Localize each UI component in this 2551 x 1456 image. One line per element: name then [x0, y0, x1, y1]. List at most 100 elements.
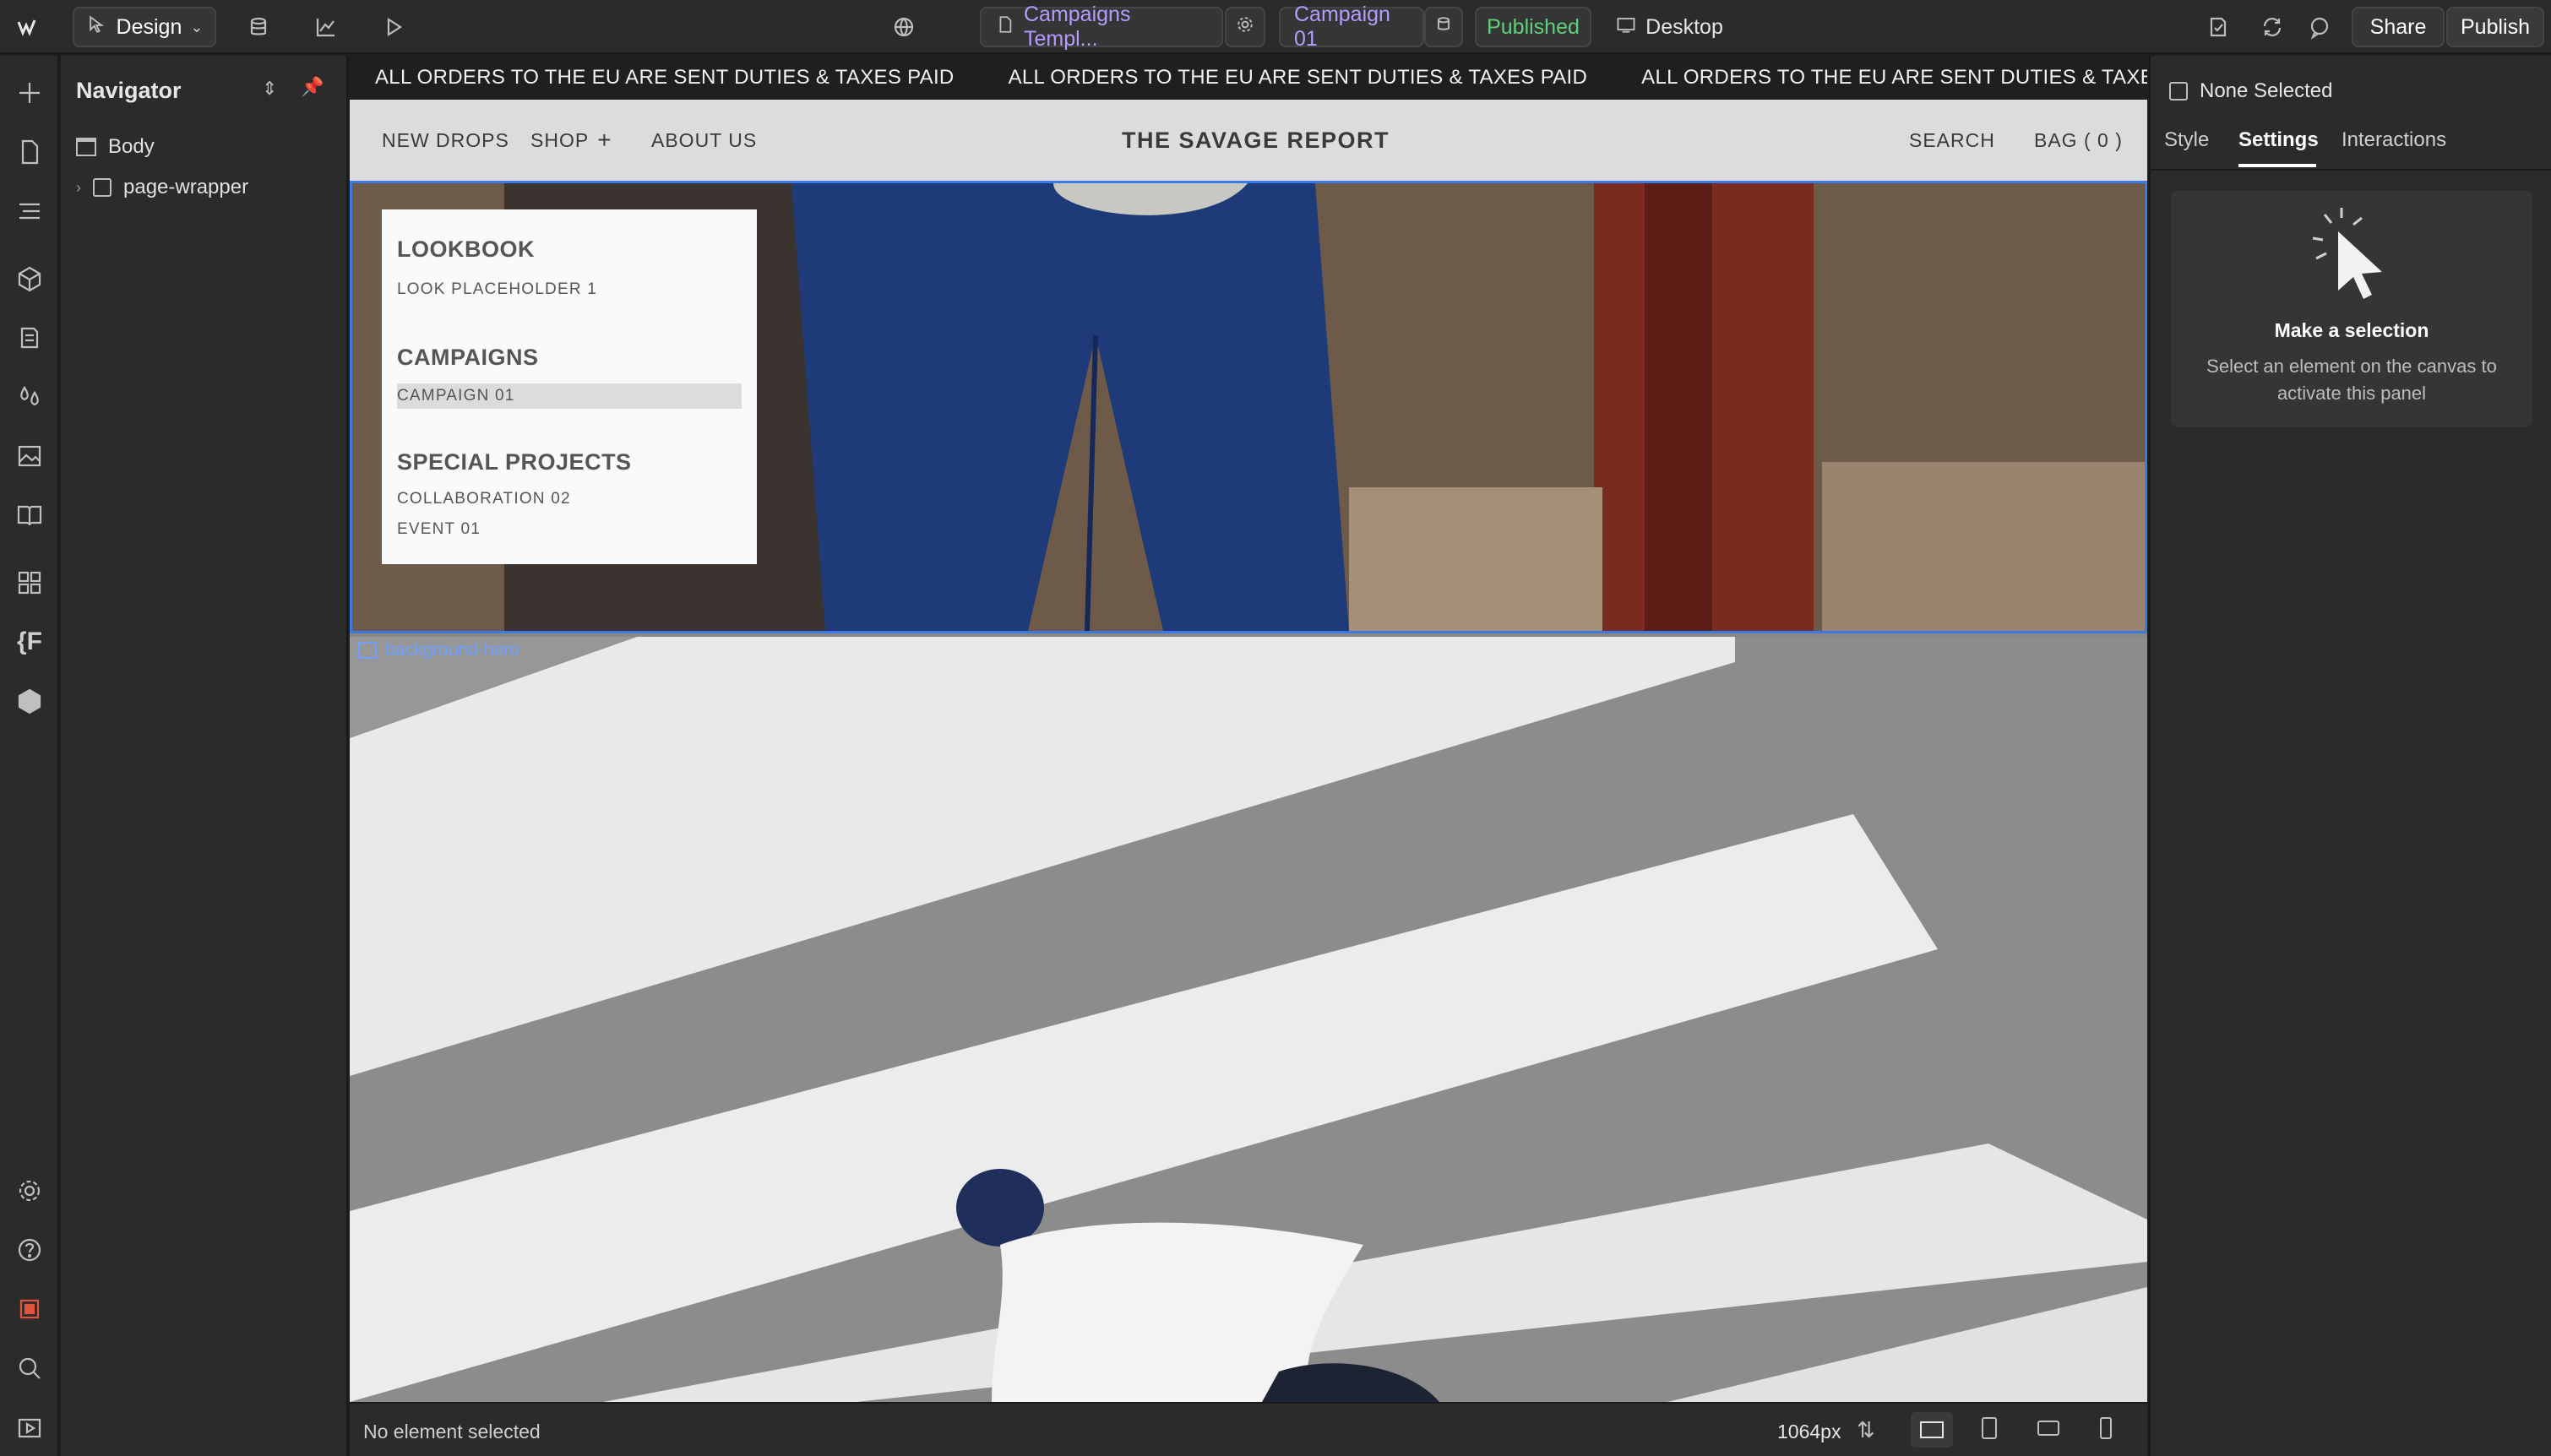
mobile-landscape-view-icon[interactable]	[2037, 1421, 2059, 1436]
preview-play-icon[interactable]	[377, 7, 411, 47]
hero-image-crosswalk[interactable]	[350, 637, 2147, 1402]
status-badge-label: Published	[1487, 14, 1580, 39]
site-navbar: NEW DROPS SHOP + ABOUT US THE SAVAGE REP…	[350, 100, 2147, 181]
card-body: Select an element on the canvas to activ…	[2206, 356, 2497, 404]
plus-icon: +	[597, 127, 612, 153]
brand-logo[interactable]: THE SAVAGE REPORT	[1122, 100, 1390, 181]
none-selected-label: None Selected	[2200, 79, 2333, 102]
top-toolbar: Design ⌄ Campaigns Templ... Campaign 01 …	[0, 0, 2551, 54]
publish-label: Publish	[2461, 14, 2530, 39]
variables-icon[interactable]	[13, 321, 46, 355]
menu-link-collaboration[interactable]: COLLABORATION 02	[397, 490, 571, 508]
audit-icon[interactable]	[2201, 7, 2235, 47]
menu-link-look-placeholder[interactable]: LOOK PLACEHOLDER 1	[397, 280, 597, 299]
comments-icon[interactable]	[2303, 7, 2336, 47]
breakpoint-selector[interactable]: Desktop	[1610, 7, 1728, 47]
nav-item-page-wrapper[interactable]: › page-wrapper	[76, 171, 248, 204]
assets-image-icon[interactable]	[13, 439, 46, 473]
help-icon[interactable]	[13, 1233, 46, 1267]
menu-heading-special-projects[interactable]: SPECIAL PROJECTS	[397, 449, 632, 475]
globe-icon[interactable]	[887, 7, 921, 47]
search-icon[interactable]	[13, 1351, 46, 1385]
nav-link-new-drops[interactable]: NEW DROPS	[382, 100, 509, 181]
settings-panel: None Selected Style Settings Interaction…	[2149, 56, 2551, 1456]
nav-item-label: page-wrapper	[123, 176, 249, 198]
menu-heading-campaigns[interactable]: CAMPAIGNS	[397, 345, 539, 371]
webflow-logo-icon[interactable]	[10, 7, 47, 47]
width-adjust-icon[interactable]: ⇅	[1857, 1417, 1875, 1443]
add-elements-icon[interactable]	[13, 76, 46, 110]
menu-link-event[interactable]: EVENT 01	[397, 520, 481, 539]
cms-database-icon[interactable]	[242, 7, 275, 47]
cms-item-icon	[1433, 14, 1455, 41]
left-icon-rail: {F	[0, 56, 59, 1456]
design-mode-button[interactable]: Design ⌄	[73, 7, 216, 47]
components-icon[interactable]	[13, 262, 46, 296]
page-selector[interactable]: Campaigns Templ...	[980, 3, 1223, 51]
image-element-label: background-hero	[358, 640, 519, 660]
item-name: Campaign 01	[1294, 3, 1390, 51]
nav-link-bag[interactable]: BAG ( 0 )	[2034, 100, 2123, 181]
desktop-breakpoint-icon	[1615, 14, 1637, 41]
share-label: Share	[2369, 14, 2427, 39]
shop-dropdown-menu: LOOKBOOK LOOK PLACEHOLDER 1 CAMPAIGNS CA…	[382, 209, 757, 564]
breakpoint-label: Desktop	[1645, 14, 1723, 39]
div-block-icon	[93, 178, 112, 197]
menu-link-campaign-01[interactable]: CAMPAIGN 01	[397, 387, 515, 405]
make-selection-card: Make a selection Select an element on th…	[2171, 191, 2532, 427]
body-icon	[76, 138, 96, 156]
menu-heading-lookbook[interactable]: LOOKBOOK	[397, 236, 535, 263]
tab-interactions[interactable]: Interactions	[2342, 128, 2446, 152]
ticker-text: ALL ORDERS TO THE EU ARE SENT DUTIES & T…	[1008, 66, 1588, 89]
mode-label: Design	[116, 14, 182, 39]
record-stop-icon[interactable]	[13, 1292, 46, 1326]
settings-gear-icon[interactable]	[13, 1174, 46, 1208]
nav-link-search[interactable]: SEARCH	[1909, 100, 1995, 181]
card-title: Make a selection	[2274, 319, 2429, 341]
video-tutorial-icon[interactable]	[13, 1410, 46, 1444]
page-settings-gear-button[interactable]	[1225, 7, 1265, 47]
design-canvas[interactable]: ALL ORDERS TO THE EU ARE SENT DUTIES & T…	[350, 56, 2147, 1402]
selection-status: No element selected	[363, 1421, 541, 1442]
shop-label: SHOP	[530, 128, 590, 151]
image-label-text: background-hero	[385, 640, 519, 660]
desktop-icon	[1920, 1421, 1944, 1438]
navigator-panel: Navigator ⇕ 📌 Body › page-wrapper	[61, 56, 348, 1456]
selection-indicator: None Selected	[2169, 79, 2332, 103]
analytics-chart-icon[interactable]	[309, 7, 343, 47]
styles-drops-icon[interactable]	[13, 380, 46, 414]
ticker-text: ALL ORDERS TO THE EU ARE SENT DUTIES & T…	[1641, 66, 2147, 89]
cursor-icon	[86, 14, 108, 41]
pin-icon[interactable]: 📌	[301, 76, 324, 98]
tab-style[interactable]: Style	[2164, 128, 2209, 152]
status-bar: No element selected 1064px ⇅	[350, 1402, 2147, 1456]
cms-item-settings-button[interactable]	[1424, 7, 1463, 47]
page-icon	[995, 14, 1015, 41]
navigator-icon[interactable]	[13, 194, 46, 228]
apps-grid-icon[interactable]	[13, 566, 46, 600]
tabs-divider	[2151, 169, 2551, 171]
finsweet-icon[interactable]: {F	[13, 625, 46, 659]
nav-item-body[interactable]: Body	[76, 130, 155, 164]
share-button[interactable]: Share	[2352, 7, 2445, 47]
pages-icon[interactable]	[13, 135, 46, 169]
sync-icon[interactable]	[2255, 7, 2289, 47]
canvas-width[interactable]: 1064px	[1777, 1421, 1841, 1443]
cms-book-icon[interactable]	[13, 498, 46, 532]
desktop-view-button[interactable]	[1911, 1412, 1953, 1448]
tab-settings[interactable]: Settings	[2238, 128, 2319, 152]
cms-item-selector[interactable]: Campaign 01	[1279, 3, 1424, 51]
active-tab-underline	[2238, 164, 2316, 167]
collapse-expand-icon[interactable]: ⇕	[262, 78, 277, 100]
selection-checkbox-icon	[2169, 82, 2188, 101]
plugin-cube-icon[interactable]	[13, 684, 46, 718]
tablet-view-icon[interactable]	[1982, 1417, 1997, 1439]
nav-link-about[interactable]: ABOUT US	[651, 100, 757, 181]
nav-link-shop[interactable]: SHOP +	[530, 100, 612, 181]
publish-button[interactable]: Publish	[2446, 7, 2544, 47]
published-status-badge[interactable]: Published	[1475, 7, 1591, 47]
click-cursor-icon	[2312, 208, 2382, 299]
navigator-title: Navigator	[76, 78, 182, 103]
mobile-portrait-view-icon[interactable]	[2100, 1417, 2112, 1439]
gear-icon	[1234, 14, 1256, 41]
